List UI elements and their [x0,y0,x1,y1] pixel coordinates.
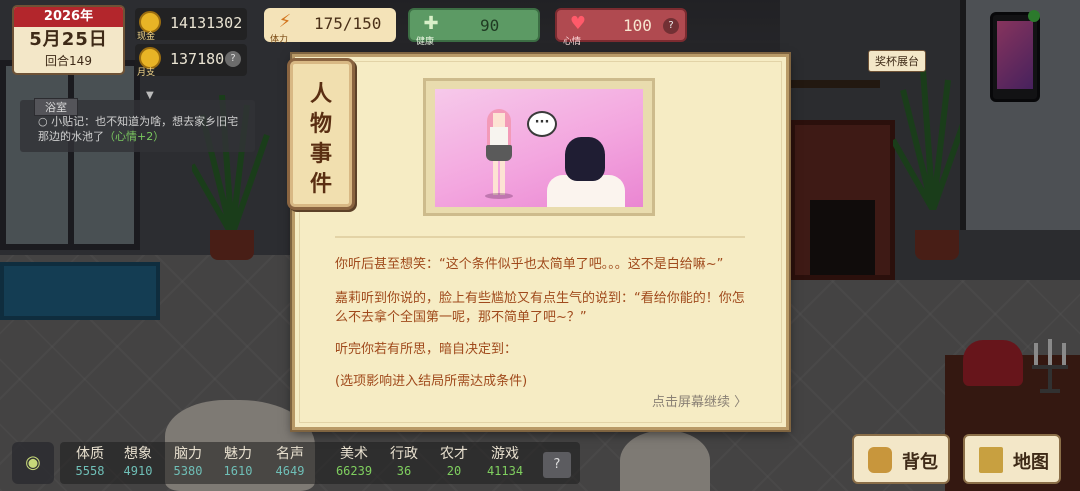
heart-icon: ♥ [569,13,587,34]
attribute-bar: 体质 5558 想象 4910 脑力 5380 魅力 1610 名声 4649 … [60,442,580,484]
health-stat: ✚ 健康 90 [408,8,540,47]
attribute-name: 体质 [76,446,104,462]
map-label: 地图 [1013,452,1049,473]
player-head [565,137,605,181]
cash-value: 14131302 [170,14,243,32]
attribute-name: 游戏 [491,446,519,462]
calendar-date: 5月25日 [29,29,108,50]
attribute-item: 游戏 41134 [480,445,530,479]
attribute-value: 5380 [173,464,203,478]
attribute-value: 1610 [223,464,253,478]
attribute-value: 4649 [275,464,305,478]
tap-to-continue[interactable]: 点击屏幕继续 〉 [652,391,747,410]
quest-text: ○ 小贴记：也不知道为啥，想去家乡旧宅那边的水池了（心情+2） [38,115,239,143]
mood-stat: ♥ 心情 100 ? [555,8,687,47]
map-button[interactable]: 地图 [963,434,1061,484]
calendar-widget: 2026年 5月25日 回合149 [12,5,125,75]
round-counter: 回合149 [45,54,92,68]
event-tag-char: 物 [309,111,332,137]
girl-skirt [486,145,512,161]
event-tag-char: 件 [309,171,332,197]
bag-label: 背包 [902,452,938,473]
girl-shadow [485,193,513,199]
mood-help-button[interactable]: ? [663,18,679,34]
dialog-paragraph-1: 你听后甚至想笑：“这个条件似乎也太简单了吧。。。这不是白给嘛~” [335,257,724,272]
eye-toggle-button[interactable]: ◉ [12,442,54,484]
attribute-value: 5558 [75,464,105,478]
attribute-item: 行政 36 [382,445,426,479]
attribute-name: 行政 [390,446,418,462]
cash-display: 现金 14131302 [135,8,247,42]
attribute-name: 名声 [276,446,304,462]
monthly-help-button[interactable]: ? [225,51,241,67]
event-type-tag: 人 物 事 件 [287,58,355,210]
attribute-item: 体质 5558 [68,445,112,479]
health-value: 90 [480,16,500,35]
bag-icon [868,447,892,473]
attribute-value: 41134 [486,464,524,478]
attribute-value: 66239 [335,464,373,478]
speech-bubble: ··· [527,111,557,137]
health-cross-icon: ✚ [423,13,439,34]
attribute-item: 脑力 5380 [166,445,210,479]
attribute-item: 美术 66239 [328,445,380,479]
event-illustration: ··· [435,89,643,207]
mood-label: 心情 [563,37,582,47]
energy-stat: ⚡ 体力 175/150 [264,8,396,45]
attribute-name: 想象 [124,446,152,462]
chevron-down-icon[interactable]: ▼ [146,90,154,101]
girl-face [493,113,505,127]
dialog-paragraph-4: (选项影响进入结局所需达成条件) [335,374,528,389]
event-type-label: 人 物 事 件 [290,79,352,199]
cash-label: 现金 [137,32,156,42]
attribute-item: 名声 4649 [266,445,314,479]
energy-label: 体力 [270,35,289,45]
energy-value: 175/150 [314,14,382,33]
quest-panel[interactable]: 浴室 ▼ ○ 小贴记：也不知道为啥，想去家乡旧宅那边的水池了（心情+2） [20,90,255,152]
health-label: 健康 [416,37,435,47]
calendar-year: 2026年 [14,7,123,27]
girl-top [490,127,508,147]
dialog-paragraph-2: 嘉莉听到你说的，脸上有些尴尬又有点生气的说到：“看给你能的！你怎么不去拿个全国第… [335,291,745,325]
attribute-value: 36 [396,464,412,478]
event-tag-char: 人 [309,81,332,107]
event-tag-char: 事 [309,141,332,167]
bag-button[interactable]: 背包 [852,434,950,484]
attribute-name: 美术 [340,446,368,462]
monthly-label: 月支 [137,68,156,78]
trophy-stand-label[interactable]: 奖杯展台 [868,50,926,72]
girl-legs [493,161,505,195]
attribute-item: 农才 20 [432,445,476,479]
lightning-icon: ⚡ [278,11,292,32]
attribute-name: 农才 [440,446,468,462]
monthly-expense-display: 月支 137180 ? [135,44,247,78]
map-icon [979,447,1003,473]
mood-value: 100 [623,16,652,35]
dialog-paragraph-3: 听完你若有所思，暗自决定到： [335,342,518,357]
attribute-name: 魅力 [224,446,252,462]
attribute-help-button[interactable]: ? [543,452,571,478]
attribute-item: 想象 4910 [116,445,160,479]
attribute-name: 脑力 [174,446,202,462]
monthly-value: 137180 [170,50,225,68]
attribute-value: 4910 [123,464,153,478]
attribute-item: 魅力 1610 [216,445,260,479]
eye-icon: ◉ [25,452,41,473]
quest-reward: （心情+2） [104,130,165,143]
attribute-value: 20 [446,464,462,478]
event-illustration-frame: ··· [423,78,655,216]
dialog-divider [335,236,745,238]
